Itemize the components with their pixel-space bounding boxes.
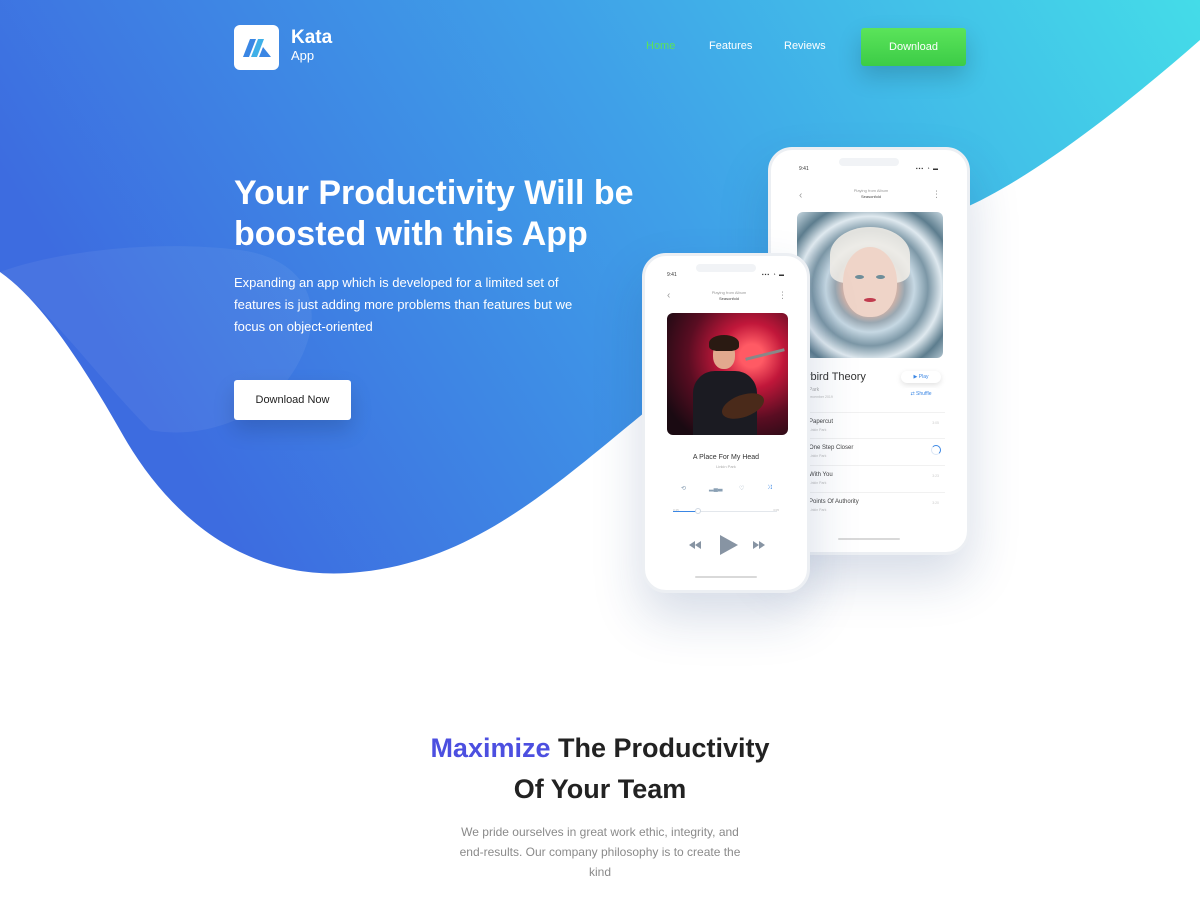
repeat-icon[interactable]: ⟲ bbox=[681, 485, 686, 492]
site-header: Kata App Home Features Reviews Download bbox=[0, 0, 1200, 95]
progress-knob[interactable] bbox=[694, 508, 701, 514]
section-title-rest: The Productivity bbox=[550, 733, 770, 763]
album-header-sub: Seasonfold bbox=[860, 194, 881, 199]
cover-face bbox=[843, 247, 897, 318]
track-row[interactable]: Points Of Authority Linkin Park 3:20 bbox=[809, 492, 945, 516]
song-cover bbox=[667, 313, 788, 435]
nav-features[interactable]: Features bbox=[709, 40, 752, 52]
song-artist: Linkin Park bbox=[716, 464, 736, 469]
logo[interactable] bbox=[234, 25, 279, 70]
cover-microphone bbox=[745, 348, 785, 361]
track-row[interactable]: With You Linkin Park 3:23 bbox=[809, 465, 945, 489]
player-header-sub: Seasonfold bbox=[718, 296, 739, 301]
shuffle-icon[interactable]: ⤨ bbox=[767, 485, 772, 492]
track-duration: 3:20 bbox=[932, 501, 939, 505]
equalizer-icon[interactable]: ▂▄▃ bbox=[709, 485, 722, 492]
section-title: Maximize The Productivity Of Your Team bbox=[0, 728, 1200, 810]
home-indicator bbox=[838, 538, 900, 540]
track-artist: Linkin Park bbox=[809, 454, 827, 458]
album-cover bbox=[797, 212, 943, 358]
brand-name: Kata bbox=[291, 27, 333, 48]
track-title: Papercut bbox=[809, 419, 834, 425]
rewind-icon[interactable] bbox=[689, 541, 701, 549]
track-duration: 3:23 bbox=[932, 474, 939, 478]
section-description: We pride ourselves in great work ethic, … bbox=[459, 825, 741, 879]
status-time: 9:41 bbox=[799, 166, 809, 172]
hero-title-strong: Your Productivity bbox=[234, 174, 515, 212]
album-title: ybird Theory bbox=[805, 371, 866, 383]
home-indicator bbox=[695, 576, 757, 578]
download-button[interactable]: Download bbox=[861, 28, 966, 66]
track-row[interactable]: One Step Closer Linkin Park bbox=[809, 438, 945, 462]
track-title: With You bbox=[809, 472, 833, 478]
cover-eye-left bbox=[855, 275, 864, 280]
more-icon[interactable]: ⋮ bbox=[932, 189, 941, 200]
shuffle-button[interactable]: ⇄ Shuffle bbox=[901, 388, 941, 400]
progress-slider[interactable] bbox=[673, 508, 777, 514]
track-row[interactable]: Papercut Linkin Park 3:05 bbox=[809, 412, 945, 436]
album-header-top: Playing from Album bbox=[853, 188, 889, 193]
forward-icon[interactable] bbox=[753, 541, 765, 549]
track-artist: Linkin Park bbox=[809, 428, 827, 432]
brand[interactable]: Kata App bbox=[291, 28, 332, 64]
download-now-button[interactable]: Download Now bbox=[234, 380, 351, 420]
transport-controls bbox=[645, 533, 807, 557]
track-duration: 3:05 bbox=[932, 421, 939, 425]
loading-spinner-icon bbox=[931, 445, 941, 455]
nav-home[interactable]: Home bbox=[646, 40, 675, 52]
phone-mockup-player: 9:41 ▪▪▪ ◔ ▬ ‹ Playing from Album Season… bbox=[642, 253, 810, 593]
signal-icon: ▪▪▪ ◔ ▬ bbox=[761, 272, 785, 278]
player-header: Playing from Album Seasonfold bbox=[689, 290, 769, 302]
track-title: Points Of Authority bbox=[809, 499, 859, 505]
song-title: A Place For My Head bbox=[692, 454, 760, 461]
brand-sub: App bbox=[291, 48, 315, 63]
album-header: Playing from Album Seasonfold bbox=[831, 188, 911, 200]
heart-icon[interactable]: ♡ bbox=[739, 485, 744, 492]
section-title-accent: Maximize bbox=[430, 733, 551, 763]
track-title: One Step Closer bbox=[809, 445, 854, 451]
cover-eye-right bbox=[876, 275, 885, 280]
track-artist: Linkin Park bbox=[809, 481, 827, 485]
status-time: 9:41 bbox=[667, 272, 677, 278]
signal-icon: ▪▪▪ ◔ ▬ bbox=[915, 166, 939, 172]
cover-singer-hair bbox=[709, 335, 739, 351]
more-icon[interactable]: ⋮ bbox=[778, 290, 787, 301]
hero-background bbox=[0, 0, 1200, 574]
play-icon[interactable] bbox=[720, 535, 738, 555]
hero-description: Expanding an app which is developed for … bbox=[234, 275, 573, 334]
track-artist: Linkin Park bbox=[809, 508, 827, 512]
player-header-top: Playing from Album bbox=[711, 290, 747, 295]
section-title-line2: Of Your Team bbox=[513, 774, 687, 804]
hero-title: Your Productivity Will be boosted with t… bbox=[234, 173, 654, 255]
logo-icon bbox=[242, 38, 271, 57]
cover-lips bbox=[864, 298, 876, 303]
nav-reviews[interactable]: Reviews bbox=[784, 40, 826, 52]
phone-notch bbox=[839, 158, 899, 166]
play-button[interactable]: ▶ Play bbox=[901, 371, 941, 383]
back-arrow-icon[interactable]: ‹ bbox=[799, 190, 802, 201]
back-arrow-icon[interactable]: ‹ bbox=[667, 290, 670, 301]
phone-notch bbox=[696, 264, 756, 272]
